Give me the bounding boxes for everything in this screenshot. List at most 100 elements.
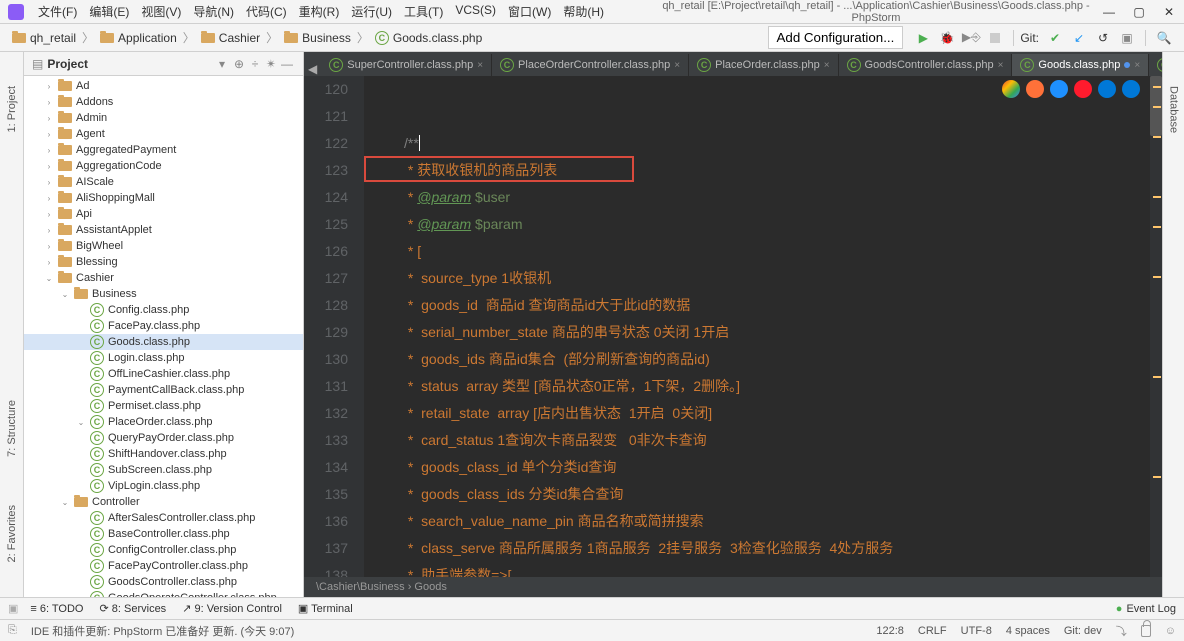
search-icon[interactable]: 🔍 bbox=[1154, 28, 1174, 48]
lock-icon[interactable] bbox=[1141, 625, 1151, 637]
maximize-button[interactable]: ▢ bbox=[1132, 5, 1146, 19]
tool-strip-grip-icon[interactable]: ▣ bbox=[8, 602, 18, 615]
close-tab-icon[interactable]: × bbox=[1134, 60, 1140, 71]
opera-icon[interactable] bbox=[1074, 80, 1092, 98]
menu-item[interactable]: 窗口(W) bbox=[502, 1, 557, 22]
stop-icon[interactable] bbox=[985, 28, 1005, 48]
git-branch[interactable]: Git: dev bbox=[1064, 625, 1102, 637]
menu-item[interactable]: VCS(S) bbox=[449, 1, 502, 22]
chevron-icon[interactable]: ⌄ bbox=[60, 290, 70, 299]
chevron-icon[interactable]: › bbox=[44, 130, 54, 139]
chevron-icon[interactable]: › bbox=[44, 98, 54, 107]
editor-tab[interactable]: Set.class.php× bbox=[1149, 54, 1162, 76]
tree-item[interactable]: ›AggregatedPayment bbox=[24, 142, 303, 158]
close-button[interactable]: ✕ bbox=[1162, 5, 1176, 19]
git-history-icon[interactable]: ↺ bbox=[1093, 28, 1113, 48]
editor-tab[interactable]: PlaceOrderController.class.php× bbox=[492, 54, 689, 76]
chevron-icon[interactable]: › bbox=[44, 146, 54, 155]
bottom-tab[interactable]: ⟳ 8: Services bbox=[100, 602, 167, 615]
menu-item[interactable]: 编辑(E) bbox=[83, 1, 135, 22]
tree-item[interactable]: OffLineCashier.class.php bbox=[24, 366, 303, 382]
tree-item[interactable]: GoodsOperateController.class.php bbox=[24, 590, 303, 597]
tree-item[interactable]: ›Ad bbox=[24, 78, 303, 94]
collapse-icon[interactable]: ✴ bbox=[263, 57, 279, 71]
project-arrow-icon[interactable]: ▤ bbox=[32, 57, 43, 71]
tree-item[interactable]: ConfigController.class.php bbox=[24, 542, 303, 558]
tree-item[interactable]: BaseController.class.php bbox=[24, 526, 303, 542]
menu-item[interactable]: 文件(F) bbox=[32, 1, 83, 22]
menu-item[interactable]: 代码(C) bbox=[240, 1, 293, 22]
bottom-tab[interactable]: ≡ 6: TODO bbox=[30, 602, 83, 615]
tree-item[interactable]: ›AssistantApplet bbox=[24, 222, 303, 238]
gutter[interactable]: 1201211221231241251261271281291301311321… bbox=[304, 76, 364, 577]
tree-item[interactable]: QueryPayOrder.class.php bbox=[24, 430, 303, 446]
tree-item[interactable]: ⌄Business bbox=[24, 286, 303, 302]
tree-item[interactable]: SubScreen.class.php bbox=[24, 462, 303, 478]
safari-icon[interactable] bbox=[1050, 80, 1068, 98]
caret-position[interactable]: 122:8 bbox=[876, 625, 904, 637]
close-tab-icon[interactable]: × bbox=[477, 60, 483, 71]
tree-item[interactable]: FacePayController.class.php bbox=[24, 558, 303, 574]
debug-icon[interactable]: 🐞 bbox=[937, 28, 957, 48]
tree-item[interactable]: ›Admin bbox=[24, 110, 303, 126]
tree-item[interactable]: Goods.class.php bbox=[24, 334, 303, 350]
menu-item[interactable]: 导航(N) bbox=[187, 1, 240, 22]
chevron-icon[interactable]: ⌄ bbox=[44, 274, 54, 283]
chevron-icon[interactable]: › bbox=[44, 114, 54, 123]
git-revert-icon[interactable]: ▣ bbox=[1117, 28, 1137, 48]
breadcrumb-item[interactable]: Goods.class.php bbox=[371, 29, 486, 47]
error-stripe[interactable] bbox=[1150, 76, 1162, 577]
expand-icon[interactable]: ÷ bbox=[247, 57, 263, 71]
menu-item[interactable]: 帮助(H) bbox=[557, 1, 610, 22]
editor-breadcrumb[interactable]: \Cashier\Business › Goods bbox=[304, 577, 1162, 597]
indent[interactable]: 4 spaces bbox=[1006, 625, 1050, 637]
tree-item[interactable]: ›Blessing bbox=[24, 254, 303, 270]
tree-item[interactable]: ›Addons bbox=[24, 94, 303, 110]
chevron-icon[interactable]: › bbox=[44, 210, 54, 219]
chevron-icon[interactable]: › bbox=[44, 242, 54, 251]
chevron-icon[interactable]: › bbox=[44, 194, 54, 203]
breadcrumb-item[interactable]: qh_retail bbox=[8, 29, 80, 47]
favorites-tool-tab[interactable]: 2: Favorites bbox=[2, 501, 22, 566]
bottom-tab[interactable]: ↗ 9: Version Control bbox=[182, 602, 282, 615]
breadcrumb-item[interactable]: Application bbox=[96, 29, 181, 47]
menu-item[interactable]: 运行(U) bbox=[345, 1, 398, 22]
editor-tab[interactable]: GoodsController.class.php× bbox=[839, 54, 1013, 76]
tree-item[interactable]: ShiftHandover.class.php bbox=[24, 446, 303, 462]
tree-item[interactable]: ›Api bbox=[24, 206, 303, 222]
tree-item[interactable]: AfterSalesController.class.php bbox=[24, 510, 303, 526]
git-update-icon[interactable]: ↙ bbox=[1069, 28, 1089, 48]
tree-item[interactable]: ›AggregationCode bbox=[24, 158, 303, 174]
tree-item[interactable]: VipLogin.class.php bbox=[24, 478, 303, 494]
event-log-tab[interactable]: ● Event Log bbox=[1116, 603, 1176, 615]
project-tree[interactable]: ›Ad›Addons›Admin›Agent›AggregatedPayment… bbox=[24, 76, 303, 597]
menu-item[interactable]: 工具(T) bbox=[398, 1, 449, 22]
editor-tab[interactable]: PlaceOrder.class.php× bbox=[689, 54, 838, 76]
chevron-down-icon[interactable]: ▾ bbox=[219, 57, 225, 71]
editor-tab[interactable]: Goods.class.php× bbox=[1012, 54, 1149, 76]
tree-item[interactable]: Config.class.php bbox=[24, 302, 303, 318]
chevron-icon[interactable]: ⌄ bbox=[76, 418, 86, 427]
tree-item[interactable]: Permiset.class.php bbox=[24, 398, 303, 414]
chevron-icon[interactable]: › bbox=[44, 82, 54, 91]
add-configuration-button[interactable]: Add Configuration... bbox=[768, 26, 904, 49]
structure-tool-tab[interactable]: 7: Structure bbox=[2, 396, 22, 461]
tree-item[interactable]: Login.class.php bbox=[24, 350, 303, 366]
database-tool-tab[interactable]: Database bbox=[1164, 82, 1184, 137]
tree-item[interactable]: ›AliShoppingMall bbox=[24, 190, 303, 206]
tree-item[interactable]: GoodsController.class.php bbox=[24, 574, 303, 590]
breadcrumb-item[interactable]: Business bbox=[280, 29, 355, 47]
close-tab-icon[interactable]: × bbox=[998, 60, 1004, 71]
chevron-icon[interactable]: › bbox=[44, 258, 54, 267]
editor-tab[interactable]: SuperController.class.php× bbox=[321, 54, 492, 76]
inspector-icon[interactable]: ☺ bbox=[1165, 625, 1176, 637]
tree-item[interactable]: ›BigWheel bbox=[24, 238, 303, 254]
chevron-icon[interactable]: › bbox=[44, 226, 54, 235]
firefox-icon[interactable] bbox=[1026, 80, 1044, 98]
close-tab-icon[interactable]: × bbox=[674, 60, 680, 71]
line-ending[interactable]: CRLF bbox=[918, 625, 947, 637]
tree-item[interactable]: PaymentCallBack.class.php bbox=[24, 382, 303, 398]
vcs-indicator-icon[interactable]: ⤵ bbox=[1116, 623, 1127, 639]
git-commit-icon[interactable]: ✔ bbox=[1045, 28, 1065, 48]
tree-item[interactable]: ⌄Controller bbox=[24, 494, 303, 510]
